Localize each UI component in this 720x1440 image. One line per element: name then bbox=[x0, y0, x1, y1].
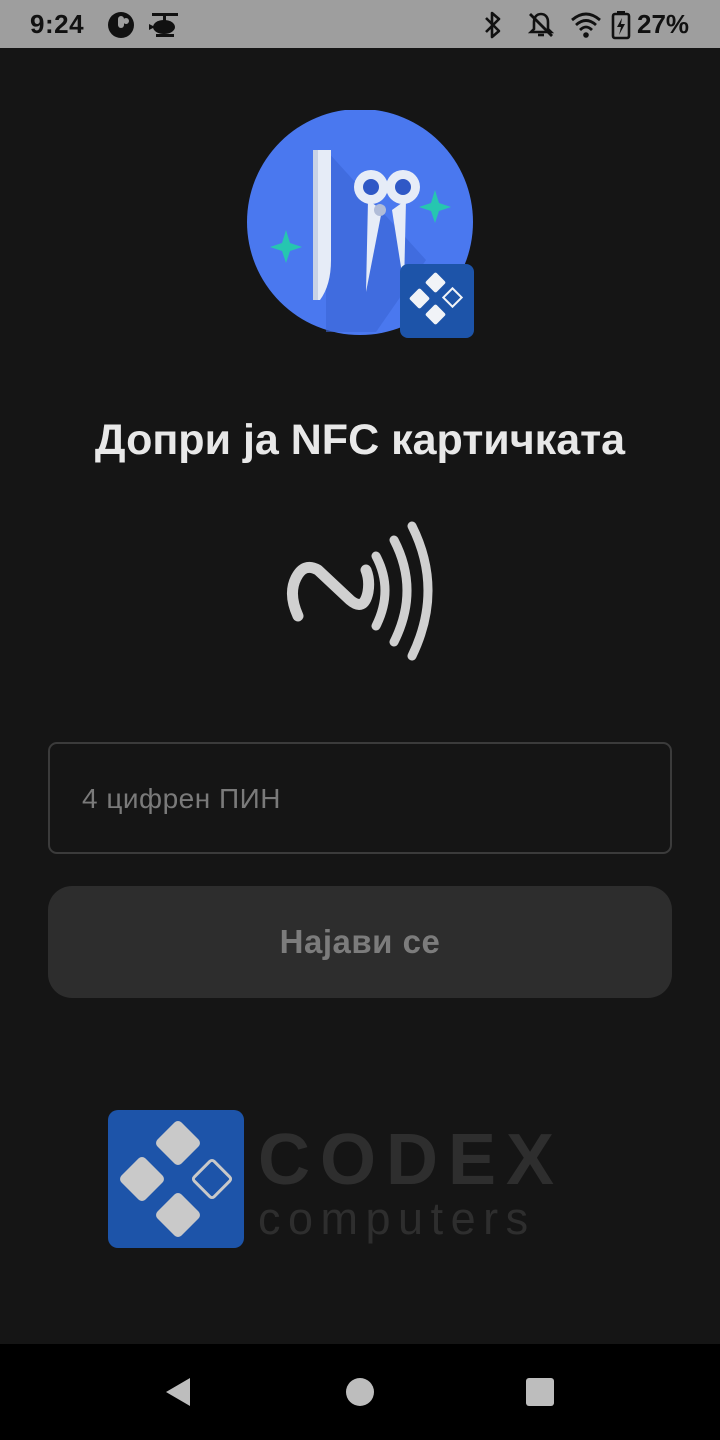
battery-percent: 27% bbox=[637, 9, 690, 39]
helicopter-icon bbox=[146, 10, 182, 45]
nfc-icon bbox=[284, 518, 438, 666]
bluetooth-icon bbox=[482, 10, 504, 45]
status-time: 9:24 bbox=[30, 9, 85, 39]
navigation-bar bbox=[0, 1344, 720, 1440]
codex-logo-line1: CODEX bbox=[258, 1120, 564, 1200]
wifi-icon bbox=[570, 10, 602, 45]
page-title: Допри ја NFC картичката bbox=[94, 416, 626, 464]
pokeball-icon bbox=[106, 10, 136, 45]
pin-input[interactable] bbox=[80, 744, 644, 854]
scissors-ruler-app-icon bbox=[246, 109, 476, 340]
login-button[interactable]: Најави се bbox=[48, 886, 672, 998]
home-icon[interactable] bbox=[336, 1368, 384, 1416]
battery-charging-icon bbox=[611, 10, 631, 45]
status-bar: 9:24 27% bbox=[0, 0, 720, 48]
codex-logo-line2: computers bbox=[258, 1193, 536, 1244]
codex-logo-icon: CODEX computers bbox=[106, 1108, 618, 1250]
recents-icon[interactable] bbox=[516, 1368, 564, 1416]
back-icon[interactable] bbox=[154, 1368, 202, 1416]
do-not-disturb-icon bbox=[526, 10, 556, 45]
pin-field[interactable] bbox=[48, 742, 672, 854]
